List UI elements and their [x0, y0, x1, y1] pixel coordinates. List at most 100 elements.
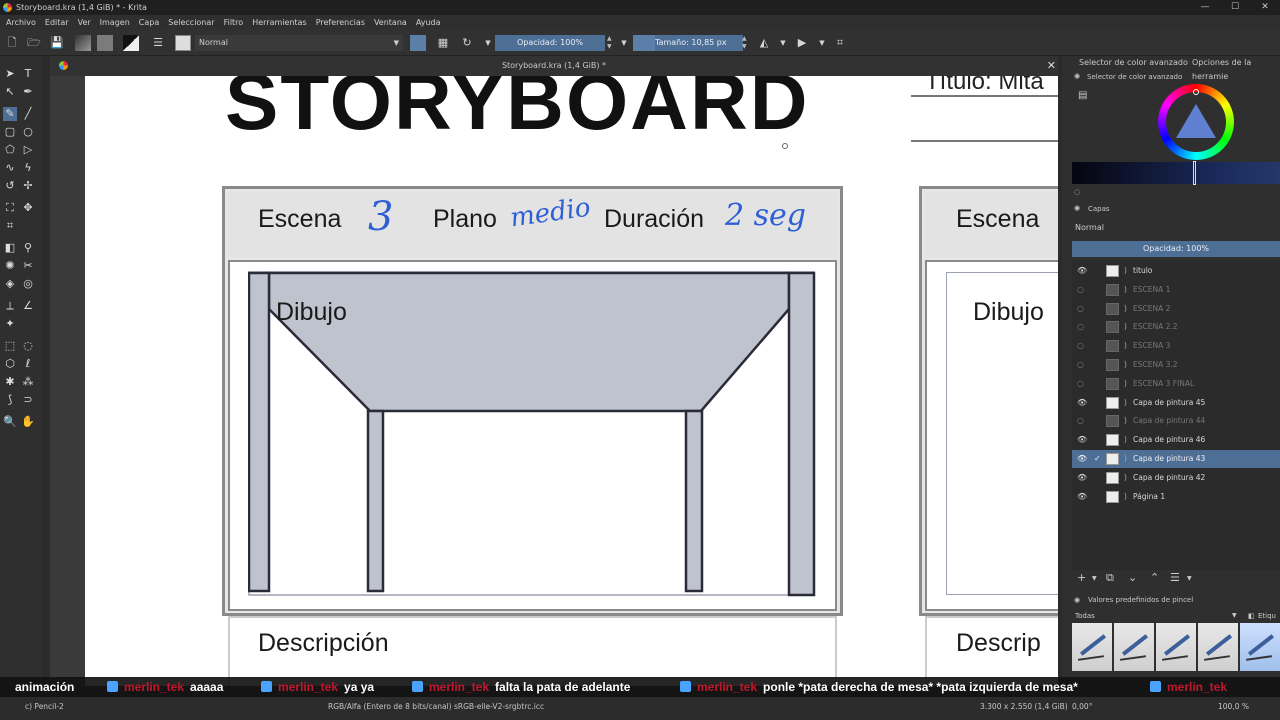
hue-marker[interactable] [1193, 89, 1199, 95]
bezier-selection-tool-icon[interactable]: ⟆ [3, 393, 17, 407]
layer-row[interactable]: 👁 ⟩ Capa de pintura 46 [1072, 431, 1280, 449]
polygonal-selection-tool-icon[interactable]: ⬡ [3, 357, 17, 371]
move-layer-down-icon[interactable]: ⌄ [1128, 571, 1137, 584]
presets-filter-dropdown-icon[interactable]: ▼ [1232, 609, 1237, 623]
storyboard-page[interactable]: STORYBOARD Título: Mita Escena 3 Plano m… [85, 76, 1058, 686]
status-zoom[interactable]: 100,0 % [1218, 697, 1249, 717]
rectangular-selection-tool-icon[interactable]: ⬚ [3, 339, 17, 353]
move-layer-up-icon[interactable]: ⌃ [1150, 571, 1159, 584]
layer-visible-eye-icon[interactable]: 👁 [1077, 431, 1087, 449]
layer-visible-eye-icon[interactable]: 👁 [1077, 488, 1087, 506]
pattern-swatch[interactable] [97, 35, 113, 51]
layer-hidden-eye-icon[interactable]: ○ [1077, 281, 1084, 299]
pan-tool-icon[interactable]: ✋ [21, 415, 35, 429]
tab-advanced-color-selector[interactable]: Selector de color avanzado [1079, 56, 1188, 70]
color-wheel[interactable] [1158, 84, 1234, 160]
fill-tool-icon[interactable]: ◈ [3, 277, 17, 291]
layer-opacity-slider[interactable]: Opacidad: 100% [1072, 241, 1280, 257]
mirror-vertical-icon[interactable]: ▶ [795, 36, 809, 50]
layer-expand-icon[interactable]: ⟩ [1124, 281, 1127, 299]
brush-settings-icon[interactable]: ☰ [151, 36, 165, 50]
layer-expand-icon[interactable]: ⟩ [1124, 375, 1127, 393]
menu-editar[interactable]: Editar [45, 15, 69, 30]
contiguous-selection-tool-icon[interactable]: ✱ [3, 375, 17, 389]
layer-visible-eye-icon[interactable]: 👁 [1077, 394, 1087, 412]
size-spin-icon[interactable]: ▲ ▼ [742, 35, 747, 51]
color-value-strip[interactable] [1072, 162, 1280, 184]
gradient-swatch[interactable] [75, 35, 91, 51]
brush-preset-pencil-4[interactable] [1198, 623, 1238, 671]
menu-filtro[interactable]: Filtro [224, 15, 244, 30]
layers-pin-icon[interactable]: ◉ [1074, 204, 1080, 212]
opacity-spin-icon[interactable]: ▲ ▼ [607, 35, 612, 51]
smart-patch-tool-icon[interactable]: ✂ [21, 259, 35, 273]
brush-preset-pencil-1[interactable] [1072, 623, 1112, 671]
measure-tool-icon[interactable]: ∠ [21, 299, 35, 313]
color-selector-settings-icon[interactable]: ▤ [1078, 90, 1087, 101]
layer-row[interactable]: ○ ⟩ ESCENA 2.2 [1072, 318, 1280, 336]
layer-expand-icon[interactable]: ⟩ [1124, 262, 1127, 280]
color-selector-pin-icon[interactable]: ◉ [1074, 72, 1080, 80]
layer-row[interactable]: ○ ⟩ ESCENA 2 [1072, 300, 1280, 318]
edit-shapes-tool-icon[interactable]: ↖ [3, 85, 17, 99]
dynamic-brush-tool-icon[interactable]: ↺ [3, 179, 17, 193]
brush-preset-pencil-3[interactable] [1156, 623, 1196, 671]
magnetic-selection-tool-icon[interactable]: ⊃ [21, 393, 35, 407]
wrap-dropdown-icon[interactable]: ▼ [815, 36, 829, 50]
layer-hidden-eye-icon[interactable]: ○ [1077, 375, 1084, 393]
layer-row[interactable]: ○ ⟩ ESCENA 3 FINAL [1072, 375, 1280, 393]
text-tool-icon[interactable]: T [21, 67, 35, 81]
menu-ventana[interactable]: Ventana [374, 15, 407, 30]
assistant-tool-icon[interactable]: ⟂ [3, 299, 17, 313]
color-picker-tool-icon[interactable]: ⚲ [21, 241, 35, 255]
menu-archivo[interactable]: Archivo [6, 15, 36, 30]
layer-hidden-eye-icon[interactable]: ○ [1077, 412, 1084, 430]
layer-row[interactable]: 👁 ⟩ Página 1 [1072, 488, 1280, 506]
polygon-tool-icon[interactable]: ⬠ [3, 143, 17, 157]
ellipse-tool-icon[interactable]: ○ [21, 125, 35, 139]
alpha-lock-icon[interactable]: ▦ [436, 36, 450, 50]
layer-hidden-eye-icon[interactable]: ○ [1077, 300, 1084, 318]
freehand-path-tool-icon[interactable]: ϟ [21, 161, 35, 175]
line-tool-icon[interactable]: ╱ [21, 107, 35, 121]
menu-preferencias[interactable]: Preferencias [316, 15, 365, 30]
layer-row[interactable]: 👁 ⟩ Capa de pintura 45 [1072, 394, 1280, 412]
layer-visible-eye-icon[interactable]: 👁 [1077, 262, 1087, 280]
brush-preset-pencil-2[interactable] [1114, 623, 1154, 671]
brush-size-slider[interactable]: Tamaño: 10,85 px [633, 35, 743, 51]
menu-seleccionar[interactable]: Seleccionar [168, 15, 214, 30]
document-tab[interactable]: Storyboard.kra (1,4 GiB) * ✕ [50, 56, 1058, 76]
layer-expand-icon[interactable]: ⟩ [1124, 412, 1127, 430]
brush-preset-pencil-selected[interactable] [1240, 623, 1280, 671]
brush-presets-filter[interactable]: Todas ▼ ◧ Etiqu [1072, 609, 1280, 623]
presets-tag-icon[interactable]: ◧ [1248, 609, 1255, 623]
colorize-mask-tool-icon[interactable]: ✺ [3, 259, 17, 273]
add-layer-icon[interactable]: + [1077, 571, 1086, 584]
minimize-button[interactable]: — [1190, 0, 1220, 15]
layer-row[interactable]: ○ ⟩ Capa de pintura 44 [1072, 412, 1280, 430]
new-document-icon[interactable]: 🗋 [5, 36, 19, 50]
maximize-button[interactable]: ☐ [1220, 0, 1250, 15]
elliptical-selection-tool-icon[interactable]: ◌ [21, 339, 35, 353]
layer-expand-icon[interactable]: ⟩ [1124, 431, 1127, 449]
fg-bg-color-swatch[interactable] [123, 35, 139, 51]
layer-expand-icon[interactable]: ⟩ [1124, 337, 1127, 355]
blend-mode-select[interactable]: Normal ▼ [195, 35, 403, 51]
opacity-dropdown-icon[interactable]: ▼ [617, 36, 631, 50]
color-triangle[interactable] [1176, 104, 1216, 138]
layer-row[interactable]: 👁 ✓ ⟩ Capa de pintura 43 [1072, 450, 1280, 468]
tab-tool-options[interactable]: Opciones de la herramie [1192, 56, 1280, 84]
mirror-dropdown-icon[interactable]: ▼ [776, 36, 790, 50]
open-folder-icon[interactable]: 🗁 [27, 36, 41, 50]
layer-properties-dropdown-icon[interactable]: ▼ [1187, 575, 1192, 582]
layer-expand-icon[interactable]: ⟩ [1124, 450, 1127, 468]
layer-row[interactable]: 👁 ⟩ titulo [1072, 262, 1280, 280]
layer-blend-mode-select[interactable]: Normal [1072, 221, 1280, 235]
multibrush-tool-icon[interactable]: ✢ [21, 179, 35, 193]
opacity-slider[interactable]: Opacidad: 100% [495, 35, 605, 51]
bezier-tool-icon[interactable]: ∿ [3, 161, 17, 175]
calligraphy-tool-icon[interactable]: ✒ [21, 85, 35, 99]
zoom-tool-icon[interactable]: 🔍 [3, 415, 17, 429]
close-document-icon[interactable]: ✕ [1047, 56, 1056, 76]
layer-expand-icon[interactable]: ⟩ [1124, 300, 1127, 318]
